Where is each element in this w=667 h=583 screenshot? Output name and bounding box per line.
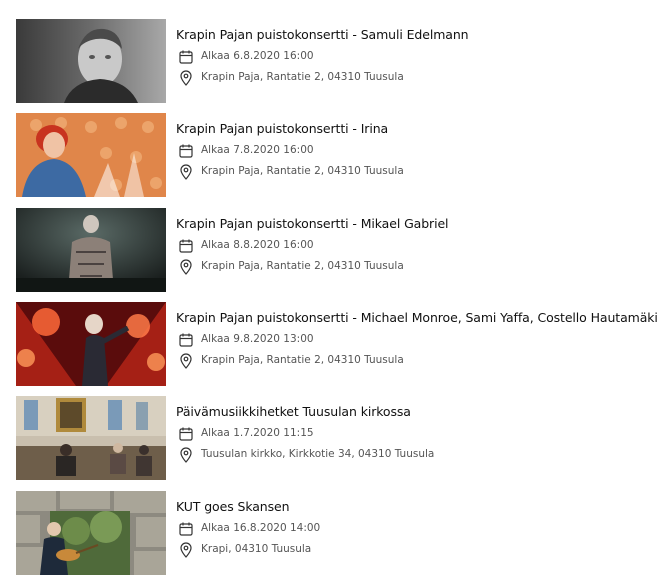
event-title[interactable]: Krapin Pajan puistokonsertti - Irina — [176, 121, 388, 136]
event-item-irina[interactable]: Krapin Pajan puistokonsertti - Irina Alk… — [16, 113, 667, 197]
event-image[interactable] — [16, 302, 166, 386]
map-pin-icon — [180, 542, 192, 558]
event-location-text: Krapin Paja, Rantatie 2, 04310 Tuusula — [201, 165, 404, 177]
map-pin-icon — [180, 259, 192, 275]
event-title[interactable]: Päivämusiikkihetket Tuusulan kirkossa — [176, 404, 411, 419]
event-title[interactable]: Krapin Pajan puistokonsertti - Michael M… — [176, 310, 658, 325]
event-location-text: Krapin Paja, Rantatie 2, 04310 Tuusula — [201, 260, 404, 272]
event-item-michael-monroe[interactable]: Krapin Pajan puistokonsertti - Michael M… — [16, 302, 667, 386]
calendar-icon — [179, 239, 193, 253]
event-title[interactable]: Krapin Pajan puistokonsertti - Samuli Ed… — [176, 27, 469, 42]
event-image[interactable] — [16, 19, 166, 103]
event-date-text: Alkaa 6.8.2020 16:00 — [201, 50, 314, 62]
calendar-icon — [179, 333, 193, 347]
event-date-text: Alkaa 16.8.2020 14:00 — [201, 522, 321, 534]
event-location-text: Krapin Paja, Rantatie 2, 04310 Tuusula — [201, 71, 404, 83]
calendar-icon — [179, 427, 193, 441]
event-date-text: Alkaa 1.7.2020 11:15 — [201, 427, 314, 439]
map-pin-icon — [180, 70, 192, 86]
calendar-icon — [179, 144, 193, 158]
event-image[interactable] — [16, 208, 166, 292]
event-item-samuli-edelmann[interactable]: Krapin Pajan puistokonsertti - Samuli Ed… — [16, 19, 667, 103]
event-date-text: Alkaa 8.8.2020 16:00 — [201, 239, 314, 251]
map-pin-icon — [180, 353, 192, 369]
event-item-paivamusiikkihetket[interactable]: Päivämusiikkihetket Tuusulan kirkossa Al… — [16, 396, 667, 480]
event-location-text: Krapin Paja, Rantatie 2, 04310 Tuusula — [201, 354, 404, 366]
event-image[interactable] — [16, 113, 166, 197]
event-location-text: Krapi, 04310 Tuusula — [201, 543, 312, 555]
event-item-kut-goes-skansen[interactable]: KUT goes Skansen Alkaa 16.8.2020 14:00 K… — [16, 491, 667, 575]
event-date-text: Alkaa 9.8.2020 13:00 — [201, 333, 314, 345]
event-title[interactable]: Krapin Pajan puistokonsertti - Mikael Ga… — [176, 216, 449, 231]
map-pin-icon — [180, 164, 192, 180]
event-image[interactable] — [16, 491, 166, 575]
event-title[interactable]: KUT goes Skansen — [176, 499, 290, 514]
map-pin-icon — [180, 447, 192, 463]
calendar-icon — [179, 522, 193, 536]
event-image[interactable] — [16, 396, 166, 480]
event-list: Krapin Pajan puistokonsertti - Samuli Ed… — [0, 0, 667, 583]
event-date-text: Alkaa 7.8.2020 16:00 — [201, 144, 314, 156]
event-item-mikael-gabriel[interactable]: Krapin Pajan puistokonsertti - Mikael Ga… — [16, 208, 667, 292]
event-location-text: Tuusulan kirkko, Kirkkotie 34, 04310 Tuu… — [201, 448, 435, 460]
calendar-icon — [179, 50, 193, 64]
